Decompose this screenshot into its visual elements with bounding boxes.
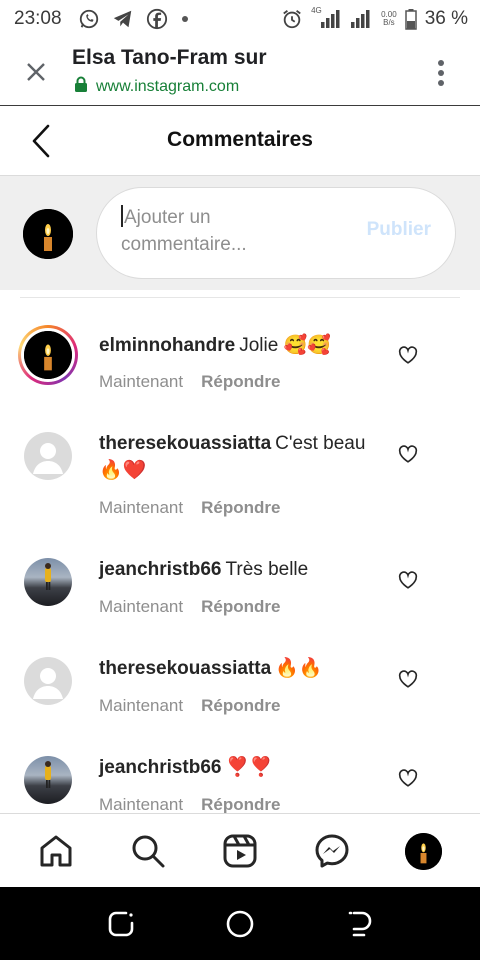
home-button-icon[interactable] bbox=[225, 909, 255, 939]
comment-username[interactable]: jeanchristb66 bbox=[99, 757, 222, 778]
recents-icon[interactable] bbox=[106, 909, 136, 939]
current-user-avatar bbox=[23, 209, 73, 259]
comments-header: Commentaires bbox=[0, 107, 480, 175]
custom-tab-header: Elsa Tano-Fram sur www.instagram.com bbox=[0, 38, 480, 106]
reply-button[interactable]: Répondre bbox=[201, 498, 280, 518]
home-icon[interactable] bbox=[38, 833, 74, 869]
divider bbox=[20, 297, 460, 298]
comment-time: Maintenant bbox=[99, 372, 184, 391]
comment-meta: Maintenant Répondre bbox=[99, 372, 280, 392]
reply-button[interactable]: Répondre bbox=[201, 597, 280, 617]
person-photo-icon bbox=[45, 761, 51, 788]
comment-username[interactable]: jeanchristb66 bbox=[99, 559, 222, 580]
battery-icon bbox=[404, 8, 417, 30]
story-ring-avatar[interactable] bbox=[18, 325, 78, 385]
data-rate: 0.00 B/s bbox=[381, 11, 397, 27]
comment-text: elminnohandre Jolie 🥰🥰 bbox=[99, 332, 379, 359]
comment-body: 🔥🔥 bbox=[275, 658, 323, 679]
comment-username[interactable]: theresekouassiatta bbox=[99, 433, 271, 454]
page-title: Commentaires bbox=[167, 128, 313, 151]
comment-input-placeholder[interactable]: Ajouter un commentaire... bbox=[121, 204, 341, 258]
person-photo-icon bbox=[45, 563, 51, 590]
heart-icon[interactable] bbox=[398, 670, 418, 688]
reply-button[interactable]: Répondre bbox=[201, 696, 280, 716]
lock-icon bbox=[74, 76, 88, 97]
more-vert-icon[interactable] bbox=[430, 58, 452, 88]
comment-time: Maintenant bbox=[99, 498, 184, 517]
comment-time: Maintenant bbox=[99, 597, 184, 616]
battery-percent: 36 % bbox=[424, 8, 468, 29]
notification-dot-icon bbox=[180, 14, 190, 24]
text-caret bbox=[121, 205, 123, 227]
comment-meta: Maintenant Répondre bbox=[99, 795, 280, 815]
status-bar: 23:08 4G 0.00 B/s 36 % bbox=[0, 0, 480, 38]
publish-button[interactable]: Publier bbox=[367, 219, 431, 241]
profile-avatar[interactable] bbox=[405, 833, 442, 870]
comment-username[interactable]: theresekouassiatta bbox=[99, 658, 271, 679]
search-icon[interactable] bbox=[130, 833, 166, 869]
comment-username[interactable]: elminnohandre bbox=[99, 335, 235, 356]
comment-composer: Ajouter un commentaire... Publier bbox=[0, 175, 480, 290]
comment-body: ❣️❣️ bbox=[225, 757, 273, 778]
heart-icon[interactable] bbox=[398, 445, 418, 463]
user-photo-avatar[interactable] bbox=[24, 558, 72, 606]
back-button-icon[interactable] bbox=[344, 909, 374, 939]
default-avatar[interactable] bbox=[24, 432, 72, 480]
heart-icon[interactable] bbox=[398, 346, 418, 364]
alarm-icon bbox=[281, 8, 303, 30]
candle-icon bbox=[23, 209, 73, 259]
comment-body: Très belle bbox=[225, 559, 309, 580]
heart-icon[interactable] bbox=[398, 769, 418, 787]
signal-icon bbox=[349, 8, 373, 30]
candle-icon bbox=[405, 833, 442, 870]
comment-text: jeanchristb66 Très belle bbox=[99, 556, 379, 583]
comment-text: jeanchristb66 ❣️❣️ bbox=[99, 754, 379, 781]
comment-text: theresekouassiatta 🔥🔥 bbox=[99, 655, 379, 682]
comment-text: theresekouassiatta C'est beau 🔥❤️ bbox=[99, 430, 379, 484]
telegram-icon bbox=[112, 8, 134, 30]
default-avatar[interactable] bbox=[24, 657, 72, 705]
url-text: www.instagram.com bbox=[96, 77, 240, 95]
reply-button[interactable]: Répondre bbox=[201, 372, 280, 392]
bottom-nav bbox=[0, 813, 480, 887]
placeholder-text: Ajouter un commentaire... bbox=[121, 207, 247, 255]
status-time: 23:08 bbox=[14, 8, 62, 29]
comment-meta: Maintenant Répondre bbox=[99, 696, 280, 716]
user-silhouette-icon bbox=[33, 668, 63, 699]
signal-4g-icon: 4G bbox=[311, 6, 341, 30]
reply-button[interactable]: Répondre bbox=[201, 795, 280, 815]
data-rate-unit: B/s bbox=[383, 18, 395, 27]
heart-icon[interactable] bbox=[398, 571, 418, 589]
reels-icon[interactable] bbox=[222, 833, 258, 869]
whatsapp-icon bbox=[78, 8, 100, 30]
comment-meta: Maintenant Répondre bbox=[99, 597, 280, 617]
system-nav-bar bbox=[0, 887, 480, 960]
comment-body: Jolie 🥰🥰 bbox=[239, 335, 331, 356]
messenger-icon[interactable] bbox=[314, 833, 350, 869]
comment-time: Maintenant bbox=[99, 696, 184, 715]
comment-time: Maintenant bbox=[99, 795, 184, 814]
tab-url: www.instagram.com bbox=[74, 76, 239, 97]
candle-icon bbox=[24, 331, 72, 379]
facebook-icon bbox=[146, 8, 168, 30]
user-silhouette-icon bbox=[33, 443, 63, 474]
comment-input[interactable]: Ajouter un commentaire... Publier bbox=[96, 187, 456, 279]
close-icon[interactable] bbox=[22, 58, 50, 86]
network-type: 4G bbox=[311, 6, 322, 15]
tab-page-title: Elsa Tano-Fram sur bbox=[72, 46, 267, 69]
user-photo-avatar[interactable] bbox=[24, 756, 72, 804]
comment-meta: Maintenant Répondre bbox=[99, 498, 280, 518]
